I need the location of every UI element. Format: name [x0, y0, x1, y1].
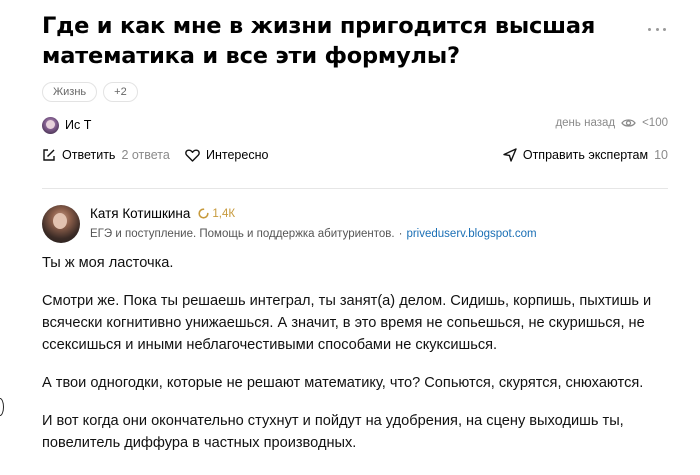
- question-actions: Ответить 2 ответа Интересно Отправить эк…: [42, 148, 668, 168]
- question-views: <100: [642, 117, 668, 129]
- answer-paragraph: Ты ж моя ласточка.: [42, 255, 174, 271]
- rating-ring-icon: [198, 208, 209, 219]
- page: Где и как мне в жизни пригодится высшая …: [0, 0, 700, 475]
- more-dots-icon: [648, 27, 651, 31]
- answer-author: Катя Котишкина 1,4К: [90, 206, 235, 221]
- tag-list: Жизнь +2: [42, 82, 138, 102]
- send-count: 10: [654, 148, 668, 162]
- send-label: Отправить экспертам: [522, 148, 649, 162]
- send-plane-icon: [503, 148, 517, 162]
- answer-body: Ты ж моя ласточка. Смотри же. Пока ты ре…: [42, 252, 672, 470]
- question-time: день назад: [555, 117, 616, 129]
- tag-more[interactable]: +2: [103, 82, 138, 102]
- answer-author-name[interactable]: Катя Котишкина: [90, 206, 190, 221]
- more-options-button[interactable]: [648, 22, 666, 36]
- question-author[interactable]: Ис Т: [42, 116, 91, 134]
- bio-separator: ·: [398, 228, 403, 240]
- answer-author-bio: ЕГЭ и поступление. Помощь и поддержка аб…: [90, 228, 537, 240]
- edge-ring-icon: [0, 398, 4, 416]
- avatar[interactable]: [42, 205, 80, 243]
- interesting-button[interactable]: Интересно: [185, 148, 268, 162]
- author-blog-link[interactable]: priveduserv.blogspot.com: [406, 228, 536, 240]
- bio-text: ЕГЭ и поступление. Помощь и поддержка аб…: [90, 228, 395, 240]
- tag-zhizn[interactable]: Жизнь: [42, 82, 98, 102]
- rating-value: 1,4К: [212, 207, 236, 220]
- question-author-name[interactable]: Ис Т: [65, 118, 91, 132]
- question-meta: день назад <100: [555, 117, 668, 129]
- answer-paragraph: И вот когда они окончательно стухнут и п…: [42, 413, 624, 451]
- answer-count: 2 ответа: [121, 148, 170, 162]
- answer-button[interactable]: Ответить 2 ответа: [42, 148, 170, 162]
- question-author-avatar: [42, 116, 59, 134]
- divider: [42, 188, 668, 189]
- rating-badge: 1,4К: [198, 208, 235, 220]
- answer-label: Ответить: [62, 148, 116, 162]
- answer-paragraph: А твои одногодки, которые не решают мате…: [42, 375, 644, 391]
- eye-icon: [621, 118, 636, 128]
- pencil-edit-icon: [42, 148, 56, 162]
- send-to-experts-button[interactable]: Отправить экспертам 10: [503, 148, 668, 162]
- answer-paragraph: Смотри же. Пока ты решаешь интеграл, ты …: [42, 293, 652, 353]
- interesting-label: Интересно: [206, 148, 269, 162]
- question-title: Где и как мне в жизни пригодится высшая …: [42, 13, 596, 69]
- heart-icon: [185, 148, 200, 162]
